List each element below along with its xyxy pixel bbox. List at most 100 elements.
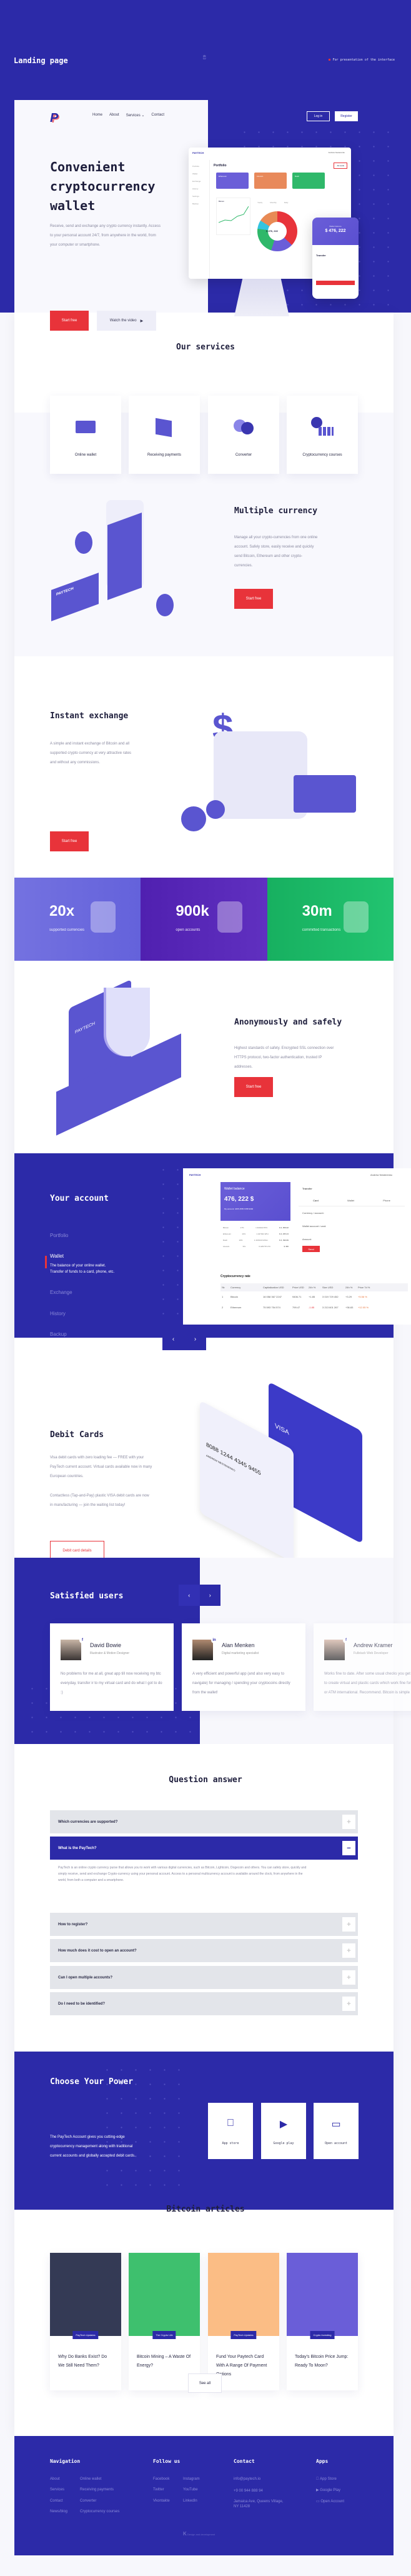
stat-accounts: 900k open accounts: [141, 878, 267, 961]
open-account-card[interactable]: ▭ Open account: [314, 2103, 359, 2159]
footer-link[interactable]: Contact: [50, 2499, 63, 2503]
footer-link[interactable]: Vkontakte: [153, 2499, 170, 2503]
nav-about[interactable]: About: [109, 113, 119, 118]
logo[interactable]: P P: [50, 111, 62, 125]
nav-contact[interactable]: Contact: [151, 113, 164, 118]
testimonial-card: f David Bowie Illustrator & Motion Desig…: [50, 1623, 174, 1711]
footer-link[interactable]: Online wallet: [80, 2477, 101, 2481]
dash-donut-total: $ 476, 222: [266, 229, 278, 233]
nav-services[interactable]: Services ⌄: [126, 113, 145, 118]
card-illustration: [208, 2253, 279, 2336]
next-arrow-icon[interactable]: ›: [184, 1328, 206, 1350]
faq-item[interactable]: Do I need to be identified? +: [50, 1992, 358, 2015]
dash-side-settings: Settings: [192, 195, 199, 198]
service-card-receiving-payments[interactable]: Receiving payments: [129, 396, 200, 474]
footer-link[interactable]: Cryptocurrency courses: [80, 2510, 119, 2513]
footer-apps-title: Apps: [316, 2458, 329, 2464]
debit-text-1: Visa debit cards with zero loading fee —…: [50, 1456, 152, 1478]
play-store-icon: ▶: [316, 2488, 319, 2492]
safety-start-button[interactable]: Start free: [234, 1077, 273, 1097]
prev-arrow-icon[interactable]: ‹: [179, 1585, 200, 1606]
google-play-card[interactable]: ▶ Google play: [261, 2103, 306, 2159]
service-card-converter[interactable]: Converter: [208, 396, 279, 474]
account-menu-portfolio[interactable]: Portfolio: [50, 1233, 68, 1238]
main-nav: Home About Services ⌄ Contact: [92, 113, 164, 118]
footer-app-store[interactable]:  App Store: [316, 2477, 337, 2481]
footer-link[interactable]: About: [50, 2477, 60, 2481]
footer-contact-title: Contact: [234, 2458, 255, 2464]
plus-icon: +: [342, 1815, 355, 1829]
dash-card-dash: Dash: [292, 173, 325, 189]
crypto-rate-table: Cryptocurrency rate № Currency Capitalizat…: [220, 1275, 408, 1313]
footer-link[interactable]: LinkedIn: [183, 2499, 197, 2503]
miner-illustration: [129, 2253, 200, 2336]
faq-item-open[interactable]: What is the PayTech? −: [50, 1837, 358, 1860]
see-all-button[interactable]: See all: [188, 2373, 222, 2393]
holdings-list: Bitcoin 17% 1.944022 BTC $ 3, 858.92 Ethere…: [223, 1226, 289, 1248]
play-store-icon: ▶: [279, 2119, 288, 2130]
articles-title: Bitcoin articles: [166, 2205, 245, 2214]
transfer-panel: Transfer Card Wallet Phone Currency / acco…: [299, 1182, 405, 1263]
login-button[interactable]: Log in: [307, 111, 330, 121]
facebook-icon[interactable]: f: [343, 1637, 349, 1643]
stat-currencies: 20x supported currencies: [14, 878, 141, 961]
service-card-cryptocurrency-courses[interactable]: Cryptocurrency courses: [287, 396, 358, 474]
footer-link[interactable]: Facebook: [153, 2477, 169, 2481]
article-card[interactable]: PayTech Updates Why Do Banks Exist? Do W…: [50, 2253, 121, 2390]
account-menu-wallet[interactable]: Wallet: [50, 1253, 64, 1259]
wallet-balance-card: Wallet balance 476, 222 $ My account: 34…: [220, 1182, 290, 1221]
avatar: [61, 1640, 81, 1660]
footer-credit: K Design and development: [183, 2531, 215, 2537]
linkedin-icon[interactable]: in: [211, 1637, 217, 1643]
multiple-start-button[interactable]: Start free: [234, 589, 273, 609]
account-menu-exchange[interactable]: Exchange: [50, 1290, 72, 1295]
register-button[interactable]: Register: [335, 111, 358, 121]
account-dashboard: PAYTECH Andrew Nesterenko Wallet balance…: [183, 1168, 411, 1325]
footer-link[interactable]: Services: [50, 2488, 64, 2492]
safety-title: Anonymously and safely: [234, 1018, 342, 1027]
faq-item[interactable]: How to register? +: [50, 1913, 358, 1936]
facebook-icon[interactable]: f: [79, 1637, 86, 1643]
play-icon: ▶: [140, 319, 144, 323]
service-card-online-wallet[interactable]: Online wallet: [50, 396, 121, 474]
avatar: [192, 1640, 213, 1660]
article-card[interactable]: Crypto Investing Today's Bitcoin Price J…: [287, 2253, 358, 2390]
article-card[interactable]: PayTech Updates Fund Your Paytech Card W…: [208, 2253, 279, 2390]
studio-logo-icon: K: [183, 2531, 187, 2537]
hero-start-button[interactable]: Start free: [50, 311, 89, 331]
footer-link[interactable]: Instagram: [183, 2477, 200, 2481]
laptop-icon: ▭: [316, 2500, 320, 2503]
dash-side-history: History: [192, 188, 199, 190]
article-card[interactable]: The Crypto Life Bitcoin Mining – A Waste…: [129, 2253, 200, 2390]
nav-home[interactable]: Home: [92, 113, 102, 118]
footer-address: Jamaica Ave, Queens Village, NY 11428: [234, 2500, 284, 2508]
prev-arrow-icon[interactable]: ‹: [162, 1328, 184, 1350]
faq-item[interactable]: Which currencies are supported? +: [50, 1810, 358, 1833]
exchange-text: A simple and instant exchange of Bitcoin…: [50, 742, 132, 764]
account-menu-history[interactable]: History: [50, 1311, 66, 1316]
watch-video-button[interactable]: Watch the video ▶: [97, 311, 156, 331]
footer-link[interactable]: Twitter: [153, 2488, 164, 2492]
footer-phone[interactable]: +9 00 944 888 94: [234, 2489, 263, 2493]
logo-mark: P: [50, 111, 59, 125]
hero-text: Receive, send and exchange any crypto cu…: [50, 224, 161, 247]
footer-email[interactable]: info@paytech.io: [234, 2477, 260, 2481]
exchange-start-button[interactable]: Start free: [50, 831, 89, 851]
account-menu-backup[interactable]: Backup: [50, 1331, 67, 1337]
phone-mockup: Wallet balance $ 476, 222 Transfer: [312, 218, 359, 299]
footer-link[interactable]: YouTube: [183, 2488, 198, 2492]
converter-icon: [231, 413, 256, 438]
footer-link[interactable]: News/blog: [50, 2510, 67, 2513]
footer-open-account[interactable]: ▭ Open Account: [316, 2499, 344, 2503]
next-arrow-icon[interactable]: ›: [199, 1585, 220, 1606]
phone-wallet-label: Wallet balance: [329, 225, 342, 228]
dash-all-cards: All cards: [334, 163, 347, 169]
app-store-card[interactable]: App store: [208, 2103, 253, 2159]
faq-item[interactable]: How much does it cost to open an account…: [50, 1939, 358, 1962]
faq-item[interactable]: Can I open multiple accounts? +: [50, 1966, 358, 1989]
footer-link[interactable]: Converter: [80, 2499, 96, 2503]
footer-google-play[interactable]: ▶ Google Play: [316, 2488, 340, 2492]
dash-bitcoin-chart: Bitcoin: [216, 198, 250, 235]
footer-link[interactable]: Receiving payments: [80, 2488, 114, 2492]
faq-title: Question answer: [169, 1775, 242, 1785]
